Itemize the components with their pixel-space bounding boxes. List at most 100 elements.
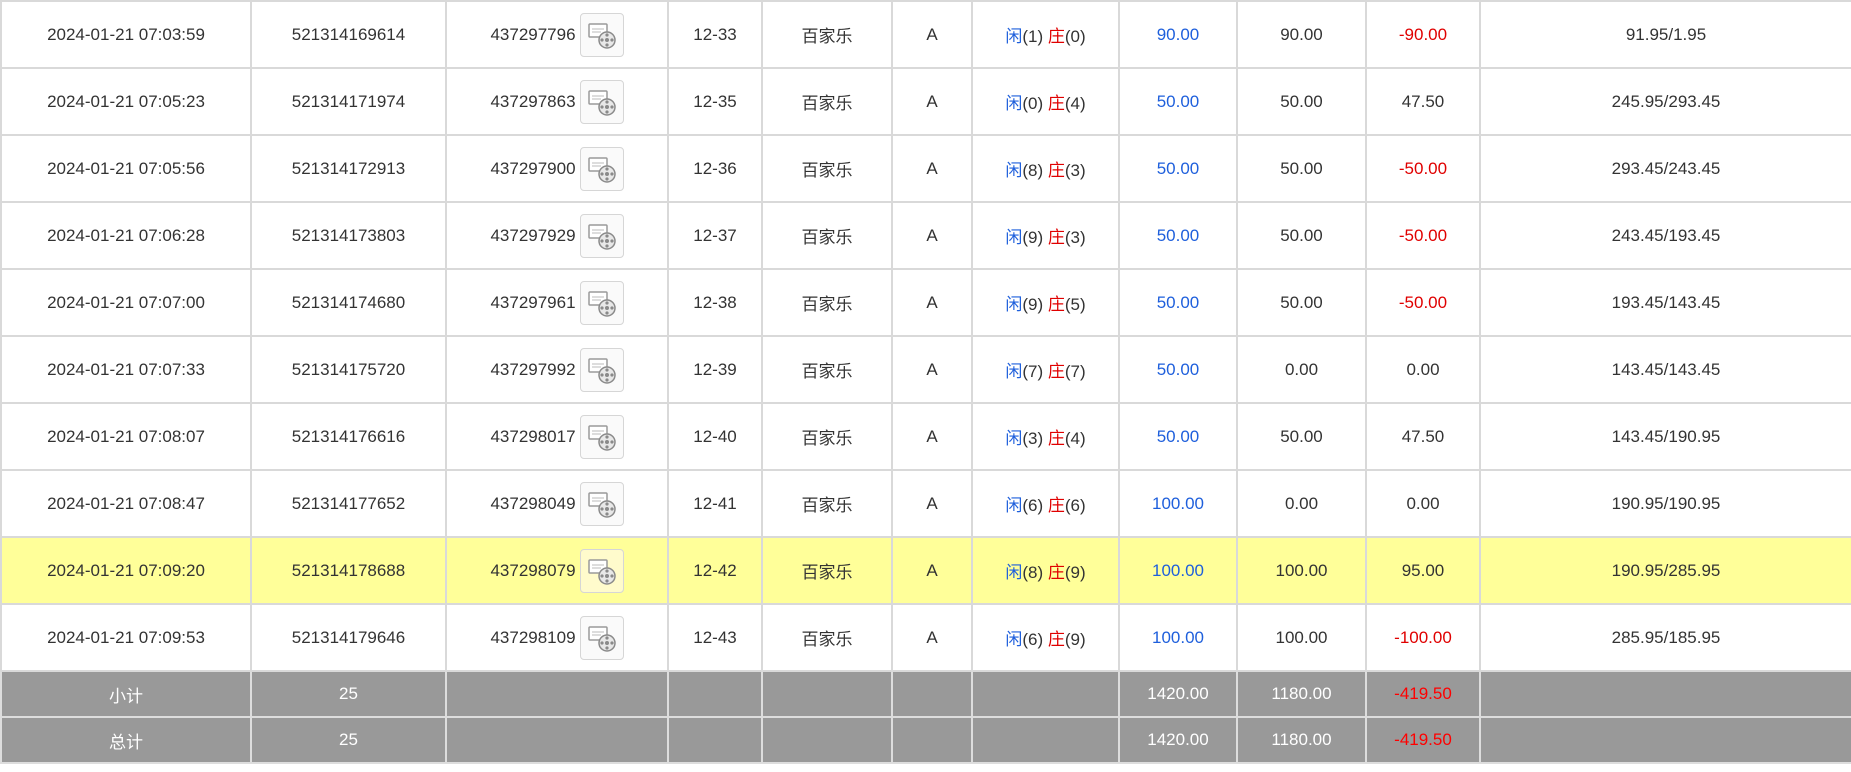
table-name: A <box>891 335 973 404</box>
replay-video-icon[interactable] <box>579 548 624 593</box>
banker-label: 庄 <box>1047 161 1065 180</box>
game-name: 百家乐 <box>761 603 893 672</box>
subtotal-label: 小计 <box>0 670 252 718</box>
player-score: (6) <box>1022 496 1044 515</box>
game-id-cell: 437298017 <box>445 402 669 471</box>
game-id-cell: 437297796 <box>445 0 669 69</box>
bet-amount: 100.00 <box>1118 536 1238 605</box>
banker-score: (5) <box>1064 295 1086 314</box>
win-loss: -90.00 <box>1365 0 1481 69</box>
balance-change: 190.95/190.95 <box>1479 469 1851 538</box>
replay-video-icon[interactable] <box>579 146 624 191</box>
total-row: 总计 25 1420.00 1180.00 -419.50 <box>0 716 1851 764</box>
total-win-loss: -419.50 <box>1365 716 1481 764</box>
bet-time: 2024-01-21 07:07:33 <box>0 335 252 404</box>
win-loss: -50.00 <box>1365 268 1481 337</box>
balance-change: 190.95/285.95 <box>1479 536 1851 605</box>
balance-change: 143.45/143.45 <box>1479 335 1851 404</box>
win-loss: 0.00 <box>1365 469 1481 538</box>
game-name: 百家乐 <box>761 402 893 471</box>
bet-id: 521314172913 <box>250 134 447 203</box>
replay-video-icon[interactable] <box>579 280 624 325</box>
player-score: (3) <box>1022 429 1044 448</box>
bet-id: 521314173803 <box>250 201 447 270</box>
table-name: A <box>891 67 973 136</box>
table-name: A <box>891 402 973 471</box>
game-id-cell: 437297961 <box>445 268 669 337</box>
table-row: 2024-01-21 07:05:56 521314172913 437297900… <box>0 134 1851 203</box>
bet-time: 2024-01-21 07:08:47 <box>0 469 252 538</box>
total-label: 总计 <box>0 716 252 764</box>
valid-bet: 100.00 <box>1236 536 1367 605</box>
table-row: 2024-01-21 07:03:59 521314169614 437297796… <box>0 0 1851 69</box>
banker-score: (4) <box>1064 429 1086 448</box>
table-name: A <box>891 0 973 69</box>
game-name: 百家乐 <box>761 201 893 270</box>
win-loss: 95.00 <box>1365 536 1481 605</box>
replay-video-icon[interactable] <box>579 12 624 57</box>
round-number: 12-41 <box>667 469 763 538</box>
replay-video-icon[interactable] <box>579 615 624 660</box>
bet-time: 2024-01-21 07:09:20 <box>0 536 252 605</box>
banker-label: 庄 <box>1047 27 1065 46</box>
empty-cell <box>667 670 763 718</box>
player-label: 闲 <box>1005 630 1023 649</box>
bet-id: 521314179646 <box>250 603 447 672</box>
player-label: 闲 <box>1005 94 1023 113</box>
replay-video-icon[interactable] <box>579 347 624 392</box>
player-label: 闲 <box>1005 362 1023 381</box>
result-cell: 闲(9) 庄(5) <box>971 268 1120 337</box>
result-cell: 闲(7) 庄(7) <box>971 335 1120 404</box>
round-number: 12-33 <box>667 0 763 69</box>
game-id: 437298109 <box>490 627 576 647</box>
game-id: 437298079 <box>490 560 576 580</box>
player-label: 闲 <box>1005 295 1023 314</box>
player-score: (8) <box>1022 161 1044 180</box>
replay-video-icon[interactable] <box>579 79 624 124</box>
replay-video-icon[interactable] <box>579 414 624 459</box>
banker-score: (3) <box>1064 228 1086 247</box>
player-score: (1) <box>1022 27 1044 46</box>
bet-id: 521314171974 <box>250 67 447 136</box>
table-name: A <box>891 268 973 337</box>
result-cell: 闲(8) 庄(3) <box>971 134 1120 203</box>
banker-score: (9) <box>1064 563 1086 582</box>
balance-change: 293.45/243.45 <box>1479 134 1851 203</box>
round-number: 12-42 <box>667 536 763 605</box>
win-loss: 47.50 <box>1365 402 1481 471</box>
player-score: (9) <box>1022 228 1044 247</box>
empty-cell <box>1479 716 1851 764</box>
round-number: 12-39 <box>667 335 763 404</box>
game-id-cell: 437298049 <box>445 469 669 538</box>
banker-score: (6) <box>1064 496 1086 515</box>
table-row: 2024-01-21 07:07:00 521314174680 437297961… <box>0 268 1851 337</box>
table-row: 2024-01-21 07:05:23 521314171974 437297863… <box>0 67 1851 136</box>
table-row: 2024-01-21 07:09:53 521314179646 437298109… <box>0 603 1851 672</box>
valid-bet: 50.00 <box>1236 67 1367 136</box>
table-name: A <box>891 603 973 672</box>
balance-change: 143.45/190.95 <box>1479 402 1851 471</box>
game-id: 437297796 <box>490 24 576 44</box>
valid-bet: 0.00 <box>1236 469 1367 538</box>
valid-bet: 0.00 <box>1236 335 1367 404</box>
round-number: 12-35 <box>667 67 763 136</box>
empty-cell <box>971 716 1120 764</box>
replay-video-icon[interactable] <box>579 481 624 526</box>
round-number: 12-36 <box>667 134 763 203</box>
result-cell: 闲(9) 庄(3) <box>971 201 1120 270</box>
game-id-cell: 437297992 <box>445 335 669 404</box>
table-name: A <box>891 536 973 605</box>
bet-amount: 50.00 <box>1118 335 1238 404</box>
table-body: 2024-01-21 07:03:59 521314169614 437297796… <box>0 0 1851 672</box>
bet-id: 521314174680 <box>250 268 447 337</box>
valid-bet: 50.00 <box>1236 134 1367 203</box>
banker-score: (9) <box>1064 630 1086 649</box>
banker-label: 庄 <box>1047 429 1065 448</box>
game-id: 437298017 <box>490 426 576 446</box>
result-cell: 闲(0) 庄(4) <box>971 67 1120 136</box>
banker-score: (7) <box>1064 362 1086 381</box>
balance-change: 243.45/193.45 <box>1479 201 1851 270</box>
game-id-cell: 437298079 <box>445 536 669 605</box>
player-score: (7) <box>1022 362 1044 381</box>
replay-video-icon[interactable] <box>579 213 624 258</box>
